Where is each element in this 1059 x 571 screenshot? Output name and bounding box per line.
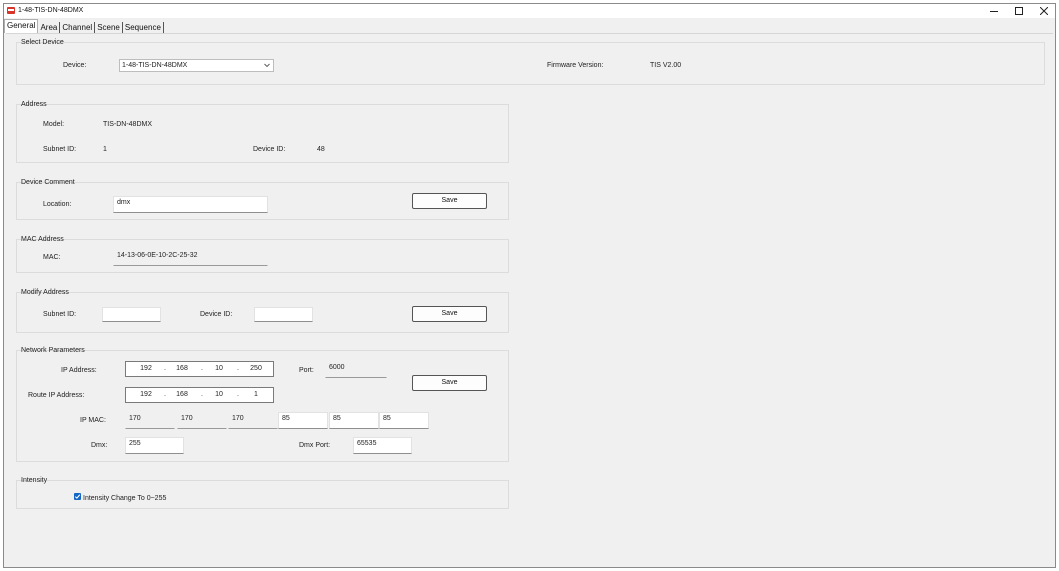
- mac-label: MAC:: [43, 254, 61, 261]
- address-group: [16, 104, 509, 163]
- modify-device-id-input[interactable]: [254, 307, 313, 322]
- ip-mac-byte-1: 170: [125, 412, 175, 429]
- location-input[interactable]: dmx: [113, 196, 268, 213]
- maximize-button[interactable]: [1007, 4, 1031, 18]
- port-label: Port:: [299, 367, 314, 374]
- device-select-value: 1-48-TIS-DN-48DMX: [122, 62, 188, 69]
- app-icon: [7, 7, 15, 14]
- chevron-down-icon: [264, 63, 270, 68]
- ip-octet-1: 192: [140, 365, 152, 372]
- tab-sequence[interactable]: Sequence: [123, 22, 164, 33]
- select-device-title: Select Device: [21, 39, 64, 46]
- ip-mac-byte-6[interactable]: 85: [379, 412, 429, 429]
- modify-subnet-input[interactable]: [102, 307, 161, 322]
- device-select[interactable]: 1-48-TIS-DN-48DMX: [119, 59, 274, 72]
- tab-general[interactable]: General: [4, 19, 39, 33]
- device-comment-title: Device Comment: [21, 179, 75, 186]
- window-title: 1-48-TIS-DN-48DMX: [18, 7, 84, 14]
- tab-area[interactable]: Area: [38, 22, 61, 33]
- minimize-button[interactable]: [982, 4, 1006, 18]
- address-device-id-value: 48: [317, 146, 325, 153]
- mac-input: 14-13-06-0E-10-2C-25-32: [113, 249, 268, 266]
- network-save-button[interactable]: Save: [412, 375, 487, 391]
- route-ip-label: Route IP Address:: [28, 392, 85, 399]
- ip-address-label: IP Address:: [61, 367, 97, 374]
- dmx-port-label: Dmx Port:: [299, 442, 331, 449]
- tab-bar: General Area Channel Scene Sequence: [4, 18, 164, 33]
- modify-address-title: Modify Address: [21, 289, 69, 296]
- address-subnet-value: 1: [103, 146, 107, 153]
- ip-dot: .: [164, 365, 166, 372]
- ip-dot: .: [201, 365, 203, 372]
- ip-mac-label: IP MAC:: [80, 417, 106, 424]
- dmx-port-input[interactable]: 65535: [353, 437, 412, 454]
- intensity-checkbox[interactable]: [74, 493, 81, 500]
- route-octet-4: 1: [254, 391, 258, 398]
- tab-scene[interactable]: Scene: [95, 22, 123, 33]
- mac-address-title: MAC Address: [21, 236, 64, 243]
- firmware-label: Firmware Version:: [547, 62, 604, 69]
- ip-dot: .: [164, 391, 166, 398]
- ip-mac-byte-2: 170: [177, 412, 227, 429]
- ip-octet-3: 10: [215, 365, 223, 372]
- tab-channel[interactable]: Channel: [60, 22, 96, 33]
- checkmark-icon: [74, 494, 81, 499]
- address-subnet-label: Subnet ID:: [43, 146, 77, 153]
- intensity-checkbox-label[interactable]: Intensity Change To 0~255: [83, 494, 166, 503]
- address-device-id-label: Device ID:: [253, 146, 286, 153]
- close-icon: [1040, 7, 1048, 15]
- ip-dot: .: [237, 391, 239, 398]
- route-ip-input[interactable]: 192 . 168 . 10 . 1: [125, 387, 274, 403]
- device-label: Device:: [63, 62, 87, 69]
- ip-mac-byte-5[interactable]: 85: [329, 412, 379, 429]
- close-button[interactable]: [1032, 4, 1056, 18]
- ip-octet-4: 250: [250, 365, 262, 372]
- port-input: 6000: [325, 361, 387, 378]
- route-octet-3: 10: [215, 391, 223, 398]
- dmx-label: Dmx:: [91, 442, 108, 449]
- route-octet-1: 192: [140, 391, 152, 398]
- comment-save-button[interactable]: Save: [412, 193, 487, 209]
- location-label: Location:: [43, 201, 72, 208]
- address-title: Address: [21, 101, 47, 108]
- ip-dot: .: [237, 365, 239, 372]
- route-octet-2: 168: [176, 391, 188, 398]
- modify-subnet-label: Subnet ID:: [43, 311, 77, 318]
- main-window: 1-48-TIS-DN-48DMX General Area Channel S…: [3, 3, 1056, 568]
- ip-mac-byte-4[interactable]: 85: [278, 412, 328, 429]
- dmx-input[interactable]: 255: [125, 437, 184, 454]
- intensity-title: Intensity: [21, 477, 48, 484]
- model-label: Model:: [43, 121, 65, 128]
- model-value: TIS-DN-48DMX: [103, 121, 153, 128]
- firmware-value: TIS V2.00: [650, 62, 682, 69]
- ip-mac-byte-3: 170: [228, 412, 278, 429]
- maximize-icon: [1015, 7, 1023, 15]
- modify-save-button[interactable]: Save: [412, 306, 487, 322]
- minimize-icon: [990, 11, 998, 12]
- network-parameters-title: Network Parameters: [21, 347, 85, 354]
- ip-dot: .: [201, 391, 203, 398]
- ip-octet-2: 168: [176, 365, 188, 372]
- ip-address-input[interactable]: 192 . 168 . 10 . 250: [125, 361, 274, 377]
- general-page: Select Device Device: 1-48-TIS-DN-48DMX …: [6, 33, 1053, 567]
- modify-device-id-label: Device ID:: [200, 311, 233, 318]
- title-bar: 1-48-TIS-DN-48DMX: [4, 4, 1055, 18]
